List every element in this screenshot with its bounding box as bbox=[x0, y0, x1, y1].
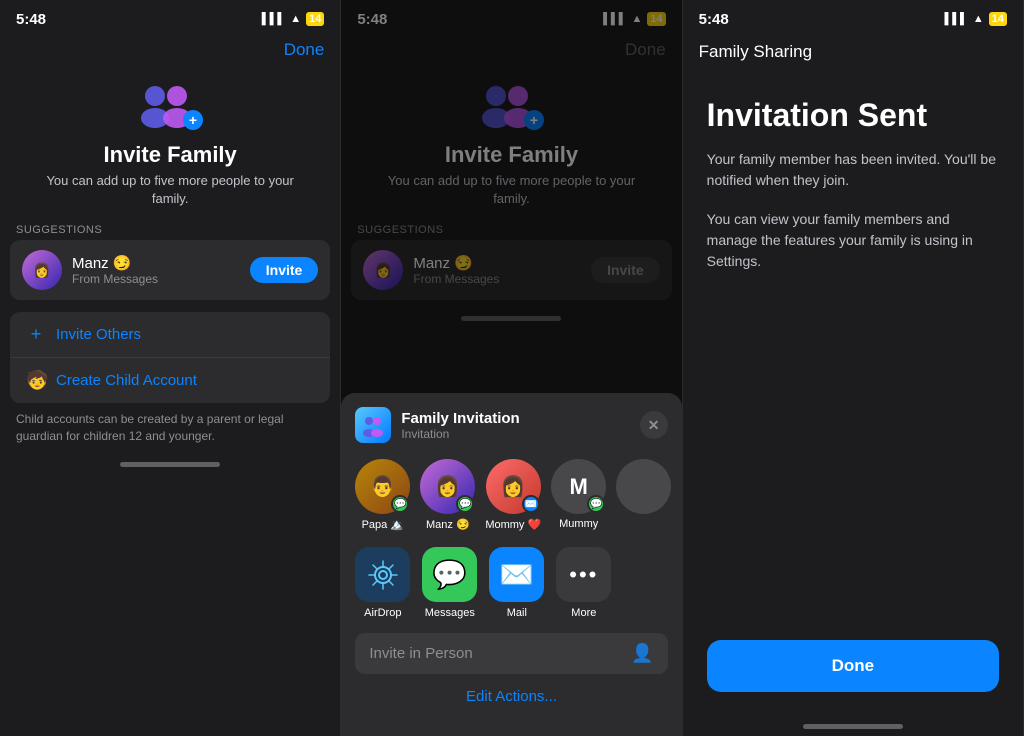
close-share-sheet-button[interactable]: ✕ bbox=[640, 411, 668, 439]
messages-glyph: 💬 bbox=[432, 558, 467, 591]
contact-more-contacts[interactable] bbox=[616, 459, 671, 531]
panel-invitation-sent: 5:48 ▌▌▌ ▲ 14 Family Sharing Invitation … bbox=[683, 0, 1024, 736]
status-icons-3: ▌▌▌ ▲ 14 bbox=[944, 12, 1007, 26]
edit-actions-area: Edit Actions... bbox=[341, 678, 681, 716]
mail-label: Mail bbox=[507, 607, 527, 619]
home-bar-1 bbox=[120, 462, 220, 467]
invite-subtitle-1: You can add up to five more people to yo… bbox=[0, 170, 340, 218]
wifi-icon-3: ▲ bbox=[973, 13, 984, 25]
share-sheet-subtitle: Invitation bbox=[401, 427, 639, 441]
status-icons-1: ▌▌▌ ▲ 14 bbox=[262, 12, 325, 26]
share-apps: AirDrop 💬 Messages ✉️ Mail ••• More bbox=[341, 541, 681, 629]
home-indicator-3 bbox=[683, 716, 1023, 736]
contact-scroll: 👨 💬 Papa 🏔️ 👩 💬 Manz 😏 👩 ✉️ Mommy ❤️ bbox=[341, 453, 681, 541]
done-button-1[interactable]: Done bbox=[284, 40, 325, 60]
suggestions-label-1: SUGGESTIONS bbox=[0, 218, 340, 240]
status-time-3: 5:48 bbox=[699, 11, 729, 28]
create-child-label: Create Child Account bbox=[56, 372, 197, 389]
airdrop-label: AirDrop bbox=[364, 607, 401, 619]
messages-label: Messages bbox=[425, 607, 475, 619]
status-time-1: 5:48 bbox=[16, 11, 46, 28]
panel-invite-family: 5:48 ▌▌▌ ▲ 14 Done + Invite Family You c… bbox=[0, 0, 341, 736]
contact-avatar-more bbox=[616, 459, 671, 514]
plus-icon: + bbox=[26, 324, 46, 345]
edit-actions-link[interactable]: Edit Actions... bbox=[466, 688, 557, 705]
invite-person-label: Invite in Person bbox=[369, 645, 631, 662]
contact-name-papa: Papa 🏔️ bbox=[362, 518, 404, 531]
mail-glyph: ✉️ bbox=[499, 558, 534, 591]
family-icon-area-1: + bbox=[0, 68, 340, 138]
panel3-nav-title: Family Sharing bbox=[699, 40, 1007, 70]
invite-title-1: Invite Family bbox=[0, 138, 340, 170]
contact-img-more bbox=[616, 459, 671, 514]
options-card-1: + Invite Others 🧒 Create Child Account bbox=[10, 312, 330, 403]
person-badge-icon: 👤 bbox=[631, 643, 653, 664]
invite-others-option[interactable]: + Invite Others bbox=[10, 312, 330, 358]
status-bar-1: 5:48 ▌▌▌ ▲ 14 bbox=[0, 0, 340, 36]
airdrop-svg bbox=[368, 560, 398, 590]
contact-mummy[interactable]: M 💬 Mummy bbox=[551, 459, 606, 531]
more-glyph: ••• bbox=[569, 562, 598, 588]
mail-share-button[interactable]: ✉️ Mail bbox=[489, 547, 544, 619]
child-note-1: Child accounts can be created by a paren… bbox=[0, 405, 340, 451]
invite-others-label: Invite Others bbox=[56, 326, 141, 343]
home-bar-3 bbox=[803, 724, 903, 729]
share-sheet: Family Invitation Invitation ✕ 👨 💬 Papa … bbox=[341, 393, 681, 736]
messages-icon: 💬 bbox=[422, 547, 477, 602]
contact-badge-mummy: 💬 bbox=[587, 495, 605, 513]
wifi-icon: ▲ bbox=[290, 13, 301, 25]
invite-in-person-button[interactable]: Invite in Person 👤 bbox=[355, 633, 667, 674]
signal-icon-3: ▌▌▌ bbox=[944, 13, 967, 25]
suggestion-info-1: Manz 😏 From Messages bbox=[72, 254, 240, 286]
family-mini-icon bbox=[361, 413, 385, 437]
share-title-group: Family Invitation Invitation bbox=[391, 410, 639, 441]
invite-button-1[interactable]: Invite bbox=[250, 257, 319, 283]
contact-badge-manz: 💬 bbox=[456, 495, 474, 513]
contact-mommy[interactable]: 👩 ✉️ Mommy ❤️ bbox=[485, 459, 541, 531]
messages-share-button[interactable]: 💬 Messages bbox=[422, 547, 477, 619]
contact-name-mommy: Mommy ❤️ bbox=[485, 518, 541, 531]
contact-badge-mommy: ✉️ bbox=[522, 495, 540, 513]
family-sharing-icon-1: + bbox=[135, 78, 205, 134]
contact-avatar-mummy: M 💬 bbox=[551, 459, 606, 514]
airdrop-icon bbox=[355, 547, 410, 602]
contact-avatar-mommy: 👩 ✉️ bbox=[486, 459, 541, 514]
signal-icon: ▌▌▌ bbox=[262, 13, 285, 25]
suggestion-avatar-1: 👩 bbox=[22, 250, 62, 290]
status-bar-3: 5:48 ▌▌▌ ▲ 14 bbox=[683, 0, 1023, 36]
panel3-header: Family Sharing bbox=[683, 36, 1023, 78]
create-child-option[interactable]: 🧒 Create Child Account bbox=[10, 358, 330, 403]
suggestion-source-1: From Messages bbox=[72, 272, 240, 286]
panel-share-sheet: 5:48 ▌▌▌ ▲ 14 Done + Invite Family You c… bbox=[341, 0, 682, 736]
more-icon: ••• bbox=[556, 547, 611, 602]
contact-avatar-papa: 👨 💬 bbox=[355, 459, 410, 514]
share-app-icon bbox=[355, 407, 391, 443]
contact-badge-papa: 💬 bbox=[391, 495, 409, 513]
contact-manz[interactable]: 👩 💬 Manz 😏 bbox=[420, 459, 475, 531]
done-button-3[interactable]: Done bbox=[707, 640, 999, 692]
contact-name-manz: Manz 😏 bbox=[426, 518, 470, 531]
panel3-content: Invitation Sent Your family member has b… bbox=[683, 78, 1023, 712]
contact-avatar-manz: 👩 💬 bbox=[420, 459, 475, 514]
sent-desc-1: Your family member has been invited. You… bbox=[707, 149, 999, 191]
panel1-header: Done bbox=[0, 36, 340, 68]
mail-icon: ✉️ bbox=[489, 547, 544, 602]
more-share-button[interactable]: ••• More bbox=[556, 547, 611, 619]
suggestion-name-1: Manz 😏 bbox=[72, 254, 240, 272]
svg-text:+: + bbox=[189, 112, 197, 128]
contact-name-mummy: Mummy bbox=[559, 518, 598, 530]
airdrop-share-button[interactable]: AirDrop bbox=[355, 547, 410, 619]
suggestion-card-1: 👩 Manz 😏 From Messages Invite bbox=[10, 240, 330, 300]
home-indicator-1 bbox=[0, 455, 340, 475]
contact-papa[interactable]: 👨 💬 Papa 🏔️ bbox=[355, 459, 410, 531]
more-label: More bbox=[571, 607, 596, 619]
sent-desc-2: You can view your family members and man… bbox=[707, 209, 999, 272]
battery-icon: 14 bbox=[306, 12, 324, 26]
share-sheet-title: Family Invitation bbox=[401, 410, 639, 427]
child-icon: 🧒 bbox=[26, 370, 46, 391]
battery-icon-3: 14 bbox=[989, 12, 1007, 26]
invitation-sent-title: Invitation Sent bbox=[707, 98, 999, 133]
share-sheet-header: Family Invitation Invitation ✕ bbox=[341, 407, 681, 453]
